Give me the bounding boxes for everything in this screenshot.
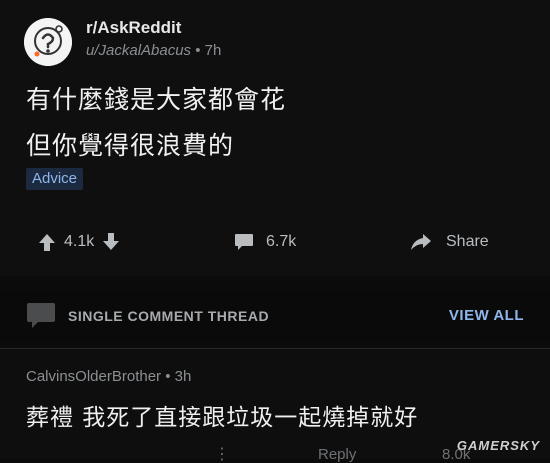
- downvote-arrow-icon[interactable]: [102, 232, 120, 252]
- comment-count: 6.7k: [266, 233, 297, 250]
- post-title-line-2[interactable]: 但你覺得很浪費的: [26, 126, 234, 162]
- post-vote-count: 4.1k: [64, 233, 95, 250]
- section-divider: [0, 348, 550, 349]
- post-author[interactable]: u/JackalAbacus: [86, 42, 191, 59]
- more-options-icon[interactable]: ⋮: [214, 444, 230, 463]
- comment-age: 3h: [174, 368, 192, 385]
- meta-separator: •: [195, 42, 201, 59]
- comment-author[interactable]: CalvinsOlderBrother: [26, 368, 161, 385]
- post-title-line-1[interactable]: 有什麼錢是大家都會花: [26, 80, 286, 116]
- vote-control: 4.1k: [38, 224, 120, 260]
- subreddit-avatar-icon[interactable]: [24, 18, 72, 66]
- upvote-arrow-icon[interactable]: [38, 232, 56, 252]
- comment-body: 葬禮 我死了直接跟垃圾一起燒掉就好: [26, 405, 419, 431]
- share-arrow-icon: [410, 233, 432, 251]
- comment-meta: CalvinsOlderBrother • 3h: [26, 368, 191, 385]
- post-age: 7h: [204, 42, 222, 59]
- post-meta: u/JackalAbacus • 7h: [86, 42, 221, 59]
- view-all-button[interactable]: VIEW ALL: [449, 307, 524, 324]
- single-comment-thread-bar: SINGLE COMMENT THREAD VIEW ALL: [0, 292, 550, 340]
- subreddit-name[interactable]: r/AskReddit: [86, 18, 181, 38]
- thread-label: SINGLE COMMENT THREAD: [68, 308, 270, 324]
- share-button[interactable]: Share: [410, 224, 489, 260]
- speech-bubble-icon: [26, 302, 56, 334]
- comment-meta-separator: •: [165, 368, 171, 385]
- reply-button[interactable]: Reply: [318, 446, 356, 463]
- share-label: Share: [446, 233, 489, 250]
- gamersky-watermark: GAMERSKY: [456, 438, 540, 453]
- post-card: r/AskReddit u/JackalAbacus • 7h 有什麼錢是大家都…: [0, 0, 550, 276]
- comment-bubble-icon: [234, 233, 254, 251]
- comments-button[interactable]: 6.7k: [234, 224, 296, 260]
- post-flair[interactable]: Advice: [26, 168, 84, 190]
- post-action-bar: 4.1k 6.7k Share: [0, 224, 550, 260]
